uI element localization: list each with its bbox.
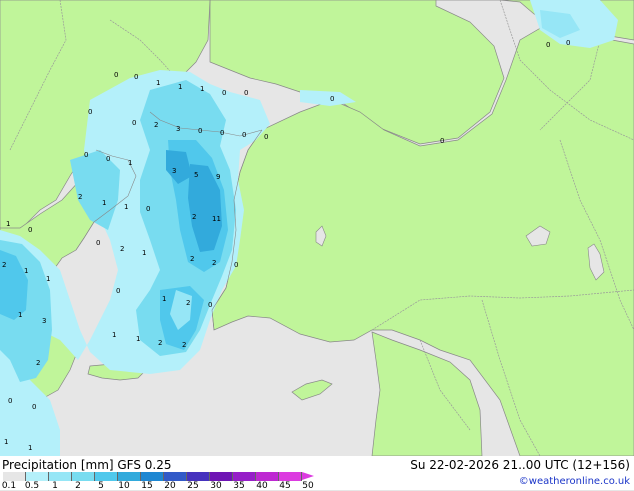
precip-label: 0 — [96, 239, 100, 247]
precip-label: 0 — [234, 261, 238, 269]
map-canvas: 0 0 1 1 1 0 0 0 0 0 0 0 2 3 0 0 0 0 0 0 … — [0, 0, 634, 456]
scale-swatch — [95, 472, 118, 481]
precip-label: 11 — [212, 215, 221, 223]
scale-swatch — [187, 472, 210, 481]
precip-label: 1 — [142, 249, 146, 257]
precip-label: 0 — [84, 151, 88, 159]
precip-label: 0 — [440, 137, 444, 145]
precip-label: 1 — [162, 295, 166, 303]
precip-label: 3 — [176, 125, 180, 133]
precip-label: 1 — [112, 331, 116, 339]
legend-title: Precipitation [mm] GFS 0.25 — [2, 458, 172, 472]
precip-label: 9 — [216, 173, 220, 181]
precip-label: 0 — [116, 287, 120, 295]
scale-swatch — [141, 472, 164, 481]
precip-label: 0 — [146, 205, 150, 213]
precip-label: 1 — [18, 311, 22, 319]
scale-swatch — [72, 472, 95, 481]
precip-label: 0 — [8, 397, 12, 405]
precip-label: 0 — [208, 301, 212, 309]
precip-label: 0 — [566, 39, 570, 47]
precip-label: 0 — [32, 403, 36, 411]
precip-label: 3 — [172, 167, 176, 175]
precipitation-map: 0 0 1 1 1 0 0 0 0 0 0 0 2 3 0 0 0 0 0 0 … — [0, 0, 634, 456]
precip-label: 2 — [190, 255, 194, 263]
precip-label: 1 — [28, 444, 32, 452]
scale-swatch — [279, 472, 302, 481]
precip-label: 1 — [136, 335, 140, 343]
precip-label: 1 — [128, 159, 132, 167]
precip-label: 0 — [242, 131, 246, 139]
precip-label: 0 — [106, 155, 110, 163]
precip-label: 1 — [46, 275, 50, 283]
precip-label: 1 — [200, 85, 204, 93]
precip-label: 2 — [182, 341, 186, 349]
precip-label: 2 — [154, 121, 158, 129]
precip-label: 0 — [546, 41, 550, 49]
precip-label: 1 — [6, 220, 10, 228]
precip-label: 1 — [4, 438, 8, 446]
scale-swatch — [210, 472, 233, 481]
precip-label: 2 — [36, 359, 40, 367]
scale-swatch — [26, 472, 49, 481]
scale-arrow-icon — [302, 472, 314, 480]
precip-label: 5 — [194, 171, 198, 179]
precip-label: 0 — [114, 71, 118, 79]
forecast-datetime: Su 22-02-2026 21..00 UTC (12+156) — [410, 458, 630, 472]
precip-label: 0 — [198, 127, 202, 135]
scale-swatch — [118, 472, 141, 481]
precip-label: 2 — [212, 259, 216, 267]
precip-label: 1 — [156, 79, 160, 87]
precip-label: 0 — [330, 95, 334, 103]
precip-label: 3 — [42, 317, 46, 325]
precip-label: 0 — [134, 73, 138, 81]
precip-label: 0 — [264, 133, 268, 141]
color-scale — [3, 472, 314, 481]
precip-label: 2 — [2, 261, 6, 269]
precip-label: 0 — [222, 89, 226, 97]
scale-swatch — [256, 472, 279, 481]
precip-label: 2 — [158, 339, 162, 347]
precip-label: 0 — [220, 129, 224, 137]
precip-label: 0 — [28, 226, 32, 234]
precip-label: 1 — [102, 199, 106, 207]
scale-swatch — [3, 472, 26, 481]
precip-label: 0 — [132, 119, 136, 127]
precip-label: 0 — [244, 89, 248, 97]
precip-label: 0 — [88, 108, 92, 116]
precip-label: 2 — [192, 213, 196, 221]
precip-label: 2 — [78, 193, 82, 201]
scale-swatch — [233, 472, 256, 481]
precip-label: 2 — [186, 299, 190, 307]
precip-label: 2 — [120, 245, 124, 253]
precip-label: 1 — [24, 267, 28, 275]
scale-swatch — [164, 472, 187, 481]
precip-label: 1 — [178, 83, 182, 91]
precip-label: 1 — [124, 203, 128, 211]
scale-swatch — [49, 472, 72, 481]
